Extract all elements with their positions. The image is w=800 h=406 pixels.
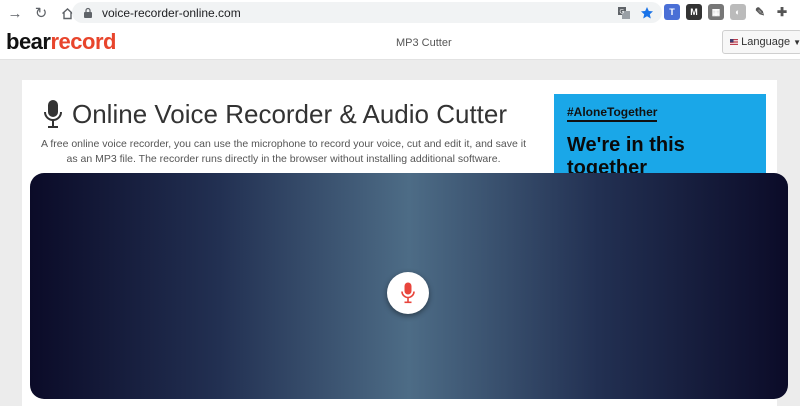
page-title: Online Voice Recorder & Audio Cutter (72, 98, 508, 129)
qr-extension-icon[interactable]: ▦ (708, 4, 724, 20)
microphone-icon (44, 100, 62, 128)
us-flag-icon (730, 39, 739, 45)
address-bar[interactable]: voice-recorder-online.com G (72, 2, 662, 23)
logo-text-record: record (50, 29, 116, 54)
translate-icon[interactable]: G (616, 5, 631, 20)
reload-icon[interactable]: ↻ (30, 2, 52, 24)
browser-toolbar: → ↻ voice-recorder-online.com G T M ▦ ◐ … (0, 0, 800, 26)
mm-extension-icon[interactable]: M (686, 4, 702, 20)
bearrecord-logo[interactable]: bearrecord (6, 29, 116, 55)
ad-hashtag: #AloneTogether (567, 105, 658, 122)
site-header: bearrecord MP3 Cutter Language ▼ (0, 26, 800, 60)
eyedropper-icon[interactable]: ✎ (752, 4, 768, 20)
page: → ↻ voice-recorder-online.com G T M ▦ ◐ … (0, 0, 800, 406)
record-button[interactable] (387, 272, 429, 314)
forward-arrow-icon[interactable]: → (4, 2, 26, 24)
logo-text-bear: bear (6, 29, 51, 54)
star-icon[interactable] (639, 5, 654, 20)
svg-text:G: G (619, 9, 624, 15)
translate-extension-icon[interactable]: T (664, 4, 680, 20)
chevron-down-icon: ▼ (793, 37, 800, 47)
ad-headline: We're in this together (567, 134, 685, 174)
extension-icon[interactable]: ◐ (730, 4, 746, 20)
page-description: A free online voice recorder, you can us… (40, 138, 527, 165)
puzzle-icon[interactable]: ✚ (774, 4, 790, 20)
recorder-panel (30, 173, 788, 399)
nav-link-mp3-cutter[interactable]: MP3 Cutter (396, 37, 452, 49)
ad-banner[interactable]: #AloneTogether We're in this together (554, 94, 766, 174)
title-row: Online Voice Recorder & Audio Cutter (42, 98, 507, 130)
menu-icon[interactable]: ⋮ (796, 4, 800, 20)
lock-icon (84, 7, 92, 18)
extensions-area: T M ▦ ◐ ✎ ✚ ⋮ (664, 4, 800, 20)
language-label: Language (741, 36, 791, 48)
language-dropdown[interactable]: Language ▼ (722, 30, 800, 54)
microphone-icon (401, 282, 415, 304)
url-text: voice-recorder-online.com (102, 5, 241, 20)
